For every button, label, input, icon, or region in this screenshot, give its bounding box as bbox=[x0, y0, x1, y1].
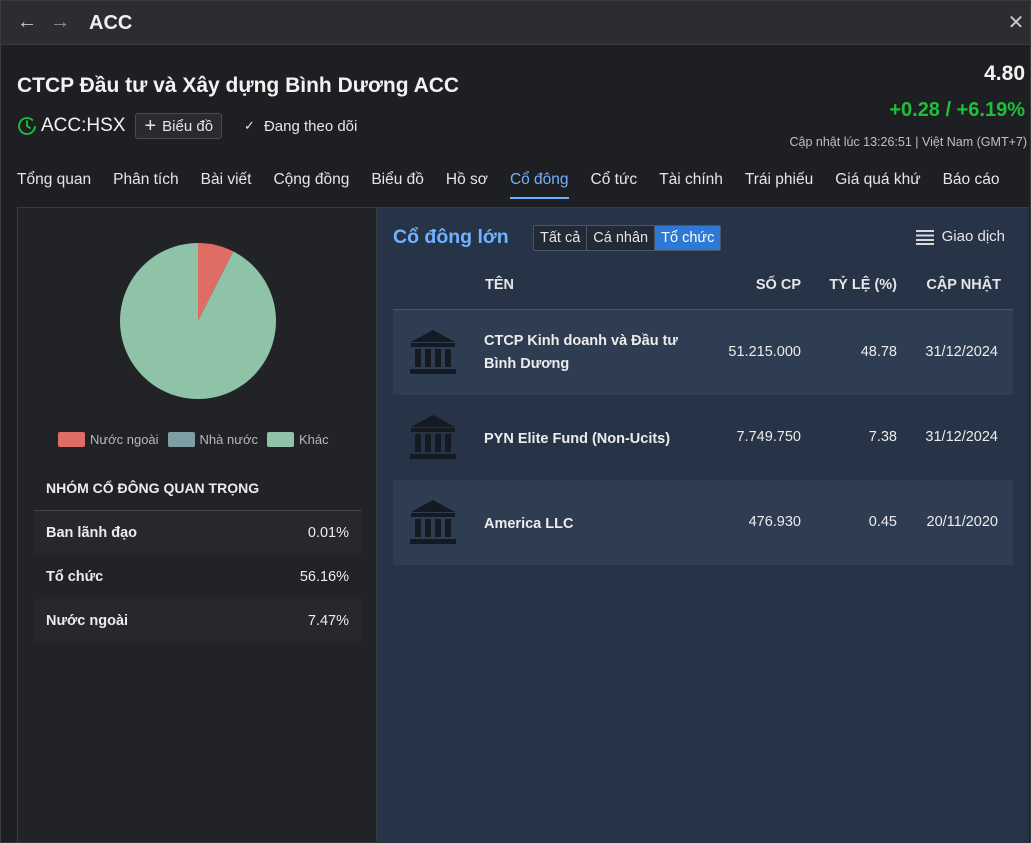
pie-slice-khác[interactable] bbox=[120, 243, 277, 399]
legend-swatch bbox=[266, 432, 294, 447]
shareholder-percent: 7.38 bbox=[868, 429, 897, 445]
column-header-updated[interactable]: CẬP NHẬT bbox=[926, 277, 1001, 293]
back-arrow-icon[interactable]: ← bbox=[16, 11, 38, 33]
pie-legend: Nước ngoài Nhà nước Khác bbox=[58, 432, 338, 447]
ticker-row: ACC:HSX + Biểu đồ ✓ Đang theo dõi bbox=[17, 113, 357, 139]
add-chart-button[interactable]: + Biểu đồ bbox=[135, 113, 223, 139]
current-price: 4.80 bbox=[984, 62, 1025, 85]
legend-item-foreign[interactable]: Nước ngoài bbox=[58, 432, 159, 447]
tab-dividends[interactable]: Cổ tức bbox=[591, 171, 638, 199]
legend-swatch bbox=[58, 432, 85, 447]
table-header: TÊN SỐ CP TỶ LỆ (%) CẬP NHẬT bbox=[393, 266, 1013, 310]
group-value: 0.01% bbox=[307, 525, 349, 541]
follow-toggle[interactable]: ✓ Đang theo dõi bbox=[244, 118, 357, 135]
ownership-panel: Nước ngoài Nhà nước Khác NHÓM CỔ ĐÔNG QU… bbox=[17, 207, 377, 843]
shareholder-percent: 48.78 bbox=[860, 344, 897, 360]
key-groups-title: NHÓM CỔ ĐÔNG QUAN TRỌNG bbox=[46, 480, 260, 496]
group-row: Nước ngoài 7.47% bbox=[34, 599, 361, 643]
tab-community[interactable]: Cộng đồng bbox=[273, 171, 349, 199]
shareholder-name: America LLC bbox=[484, 516, 574, 532]
table-row[interactable]: America LLC 476.930 0.45 20/11/2020 bbox=[393, 480, 1013, 565]
tab-overview[interactable]: Tổng quan bbox=[17, 171, 91, 199]
shareholder-name: CTCP Kinh doanh và Đầu tư Bình Dương bbox=[484, 333, 678, 372]
update-time: Cập nhật lúc 13:26:51 | Việt Nam (GMT+7) bbox=[789, 135, 1027, 149]
window-title: ACC bbox=[89, 12, 133, 34]
shareholder-shares: 51.215.000 bbox=[728, 344, 801, 360]
column-header-name[interactable]: TÊN bbox=[485, 277, 514, 293]
shareholder-name: PYN Elite Fund (Non-Ucits) bbox=[484, 431, 671, 447]
group-label: Tổ chức bbox=[46, 569, 104, 585]
tab-reports[interactable]: Báo cáo bbox=[943, 171, 1000, 199]
legend-label: Khác bbox=[298, 432, 329, 447]
bank-icon bbox=[410, 415, 456, 459]
table-row[interactable]: CTCP Kinh doanh và Đầu tư Bình Dương 51.… bbox=[393, 310, 1013, 395]
shareholder-percent: 0.45 bbox=[868, 514, 897, 530]
shareholder-shares: 476.930 bbox=[748, 514, 801, 530]
follow-label: Đang theo dõi bbox=[263, 117, 358, 135]
tab-financials[interactable]: Tài chính bbox=[659, 171, 723, 199]
filter-individual[interactable]: Cá nhân bbox=[587, 226, 656, 250]
group-row: Tổ chức 56.16% bbox=[34, 555, 361, 599]
chart-button-label: Biểu đồ bbox=[162, 117, 214, 135]
group-value: 7.47% bbox=[307, 613, 349, 629]
legend-label: Nhà nước bbox=[199, 432, 258, 447]
tab-historical-prices[interactable]: Giá quá khứ bbox=[835, 171, 920, 199]
tab-analysis[interactable]: Phân tích bbox=[113, 171, 179, 199]
bank-icon bbox=[410, 330, 456, 374]
column-header-percent[interactable]: TỶ LỆ (%) bbox=[829, 277, 897, 293]
legend-swatch bbox=[167, 432, 195, 447]
major-shareholders-panel: Cổ đông lớn Tất cả Cá nhân Tổ chức Giao … bbox=[377, 207, 1029, 843]
tab-shareholders[interactable]: Cổ đông bbox=[509, 171, 569, 199]
group-label: Nước ngoài bbox=[46, 613, 129, 629]
forward-arrow-icon[interactable]: → bbox=[49, 11, 71, 33]
group-label: Ban lãnh đạo bbox=[46, 525, 138, 541]
major-shareholders-title: Cổ đông lớn bbox=[393, 226, 509, 248]
transactions-label: Giao dịch bbox=[941, 228, 1005, 245]
tab-bonds[interactable]: Trái phiếu bbox=[745, 171, 813, 199]
ticker-symbol: ACC:HSX bbox=[41, 115, 126, 136]
close-icon[interactable]: ✕ bbox=[1005, 11, 1027, 35]
shareholder-date: 31/12/2024 bbox=[925, 429, 998, 445]
group-row: Ban lãnh đạo 0.01% bbox=[34, 511, 361, 555]
tab-bar: Tổng quan Phân tích Bài viết Cộng đồng B… bbox=[17, 171, 1021, 199]
plus-icon: + bbox=[144, 115, 157, 137]
legend-label: Nước ngoài bbox=[90, 432, 159, 447]
ownership-pie-chart bbox=[120, 243, 277, 399]
tab-profile[interactable]: Hồ sơ bbox=[446, 171, 488, 199]
app-window: ← → ACC ✕ CTCP Đầu tư và Xây dựng Bình D… bbox=[0, 0, 1031, 843]
shareholder-shares: 7.749.750 bbox=[736, 429, 801, 445]
shareholder-table-body: CTCP Kinh doanh và Đầu tư Bình Dương 51.… bbox=[393, 310, 1013, 565]
bank-icon bbox=[410, 500, 456, 544]
shareholder-filter-group: Tất cả Cá nhân Tổ chức bbox=[533, 225, 722, 251]
shareholder-date: 31/12/2024 bbox=[925, 344, 998, 360]
filter-all[interactable]: Tất cả bbox=[534, 226, 588, 250]
clock-icon bbox=[18, 117, 36, 135]
tab-chart[interactable]: Biểu đồ bbox=[371, 171, 424, 199]
company-name: CTCP Đầu tư và Xây dựng Bình Dương ACC bbox=[17, 74, 460, 97]
legend-item-state[interactable]: Nhà nước bbox=[167, 432, 258, 447]
group-value: 56.16% bbox=[299, 569, 349, 585]
key-groups-table: Ban lãnh đạo 0.01% Tổ chức 56.16% Nước n… bbox=[34, 510, 361, 643]
shareholder-date: 20/11/2020 bbox=[926, 514, 999, 530]
column-header-shares[interactable]: SỐ CP bbox=[756, 277, 801, 293]
list-icon bbox=[915, 229, 934, 245]
price-change: +0.28 / +6.19% bbox=[889, 99, 1025, 121]
check-icon: ✓ bbox=[244, 118, 255, 133]
table-row[interactable]: PYN Elite Fund (Non-Ucits) 7.749.750 7.3… bbox=[393, 395, 1013, 480]
title-bar: ← → ACC ✕ bbox=[1, 1, 1030, 45]
filter-institution[interactable]: Tổ chức bbox=[655, 226, 721, 250]
transactions-button[interactable]: Giao dịch bbox=[915, 228, 1005, 245]
tab-articles[interactable]: Bài viết bbox=[201, 171, 252, 199]
legend-item-other[interactable]: Khác bbox=[266, 432, 329, 447]
